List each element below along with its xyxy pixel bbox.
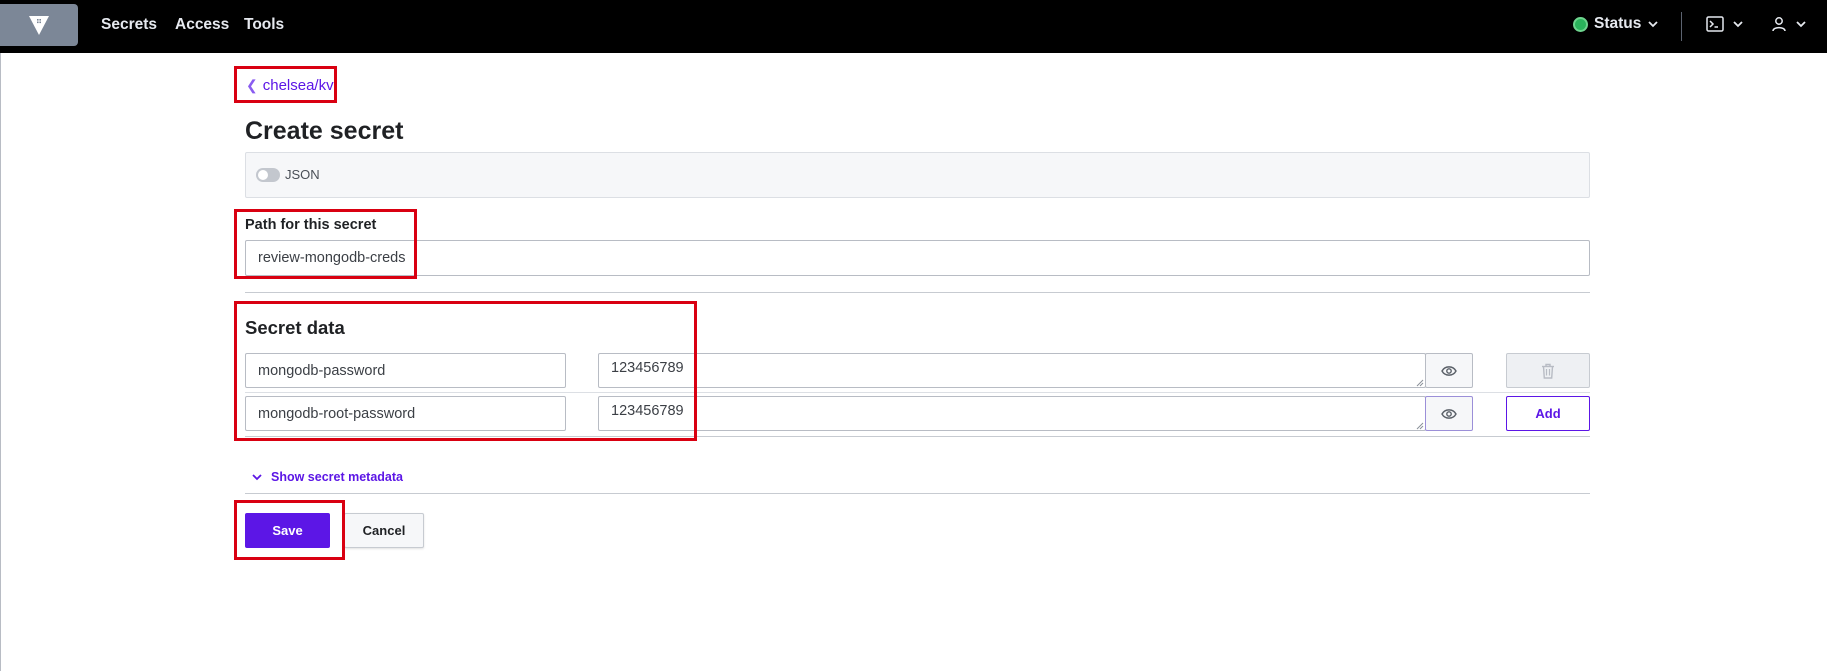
eye-icon [1441, 365, 1457, 376]
resize-grip-icon[interactable] [1416, 379, 1424, 387]
secret-value-input[interactable]: 123456789 [598, 353, 1426, 388]
user-menu[interactable] [1771, 16, 1807, 32]
secret-key-input[interactable] [245, 396, 566, 431]
nav-secrets[interactable]: Secrets [101, 16, 157, 34]
add-row-button[interactable]: Add [1506, 396, 1590, 431]
delete-row-button[interactable] [1506, 353, 1590, 388]
divider [245, 493, 1590, 494]
path-input[interactable] [245, 240, 1590, 276]
json-toggle[interactable] [256, 168, 280, 182]
json-toolbar: JSON [245, 152, 1590, 198]
status-menu[interactable]: Status [1573, 15, 1659, 33]
console-icon [1706, 16, 1724, 32]
page-border [0, 53, 1, 671]
path-label: Path for this secret [245, 217, 377, 233]
secret-key-input[interactable] [245, 353, 566, 388]
nav-tools[interactable]: Tools [244, 16, 284, 34]
status-ok-icon [1573, 16, 1588, 32]
eye-icon [1441, 408, 1457, 419]
json-toggle-label: JSON [285, 167, 320, 182]
show-metadata-label: Show secret metadata [271, 470, 403, 484]
topbar-divider [1681, 12, 1682, 41]
top-navigation-bar: Secrets Access Tools Status [0, 0, 1827, 53]
chevron-down-icon [1733, 21, 1743, 28]
row-divider [245, 392, 1590, 393]
divider [245, 292, 1590, 293]
status-label: Status [1594, 15, 1642, 32]
page-title: Create secret [245, 117, 404, 145]
toggle-visibility-button[interactable] [1425, 353, 1473, 388]
chevron-down-icon [252, 474, 262, 481]
toggle-visibility-button[interactable] [1425, 396, 1473, 431]
divider [245, 436, 1590, 437]
breadcrumb-link[interactable]: chelsea/kv [263, 77, 334, 94]
save-button[interactable]: Save [245, 513, 330, 548]
chevron-down-icon [1648, 21, 1659, 28]
console-menu[interactable] [1706, 16, 1744, 32]
chevron-down-icon [1796, 21, 1806, 28]
chevron-left-icon: ❮ [246, 77, 258, 93]
resize-grip-icon[interactable] [1416, 422, 1424, 430]
cancel-button[interactable]: Cancel [344, 513, 424, 548]
nav-access[interactable]: Access [175, 16, 229, 34]
user-icon [1772, 17, 1786, 32]
vault-logo-icon[interactable] [0, 4, 78, 46]
secret-value-input[interactable]: 123456789 [598, 396, 1426, 431]
trash-icon [1542, 363, 1554, 379]
secret-data-title: Secret data [245, 317, 345, 338]
show-metadata-toggle[interactable]: Show secret metadata [251, 470, 403, 484]
breadcrumb[interactable]: ❮ chelsea/kv [246, 77, 334, 94]
